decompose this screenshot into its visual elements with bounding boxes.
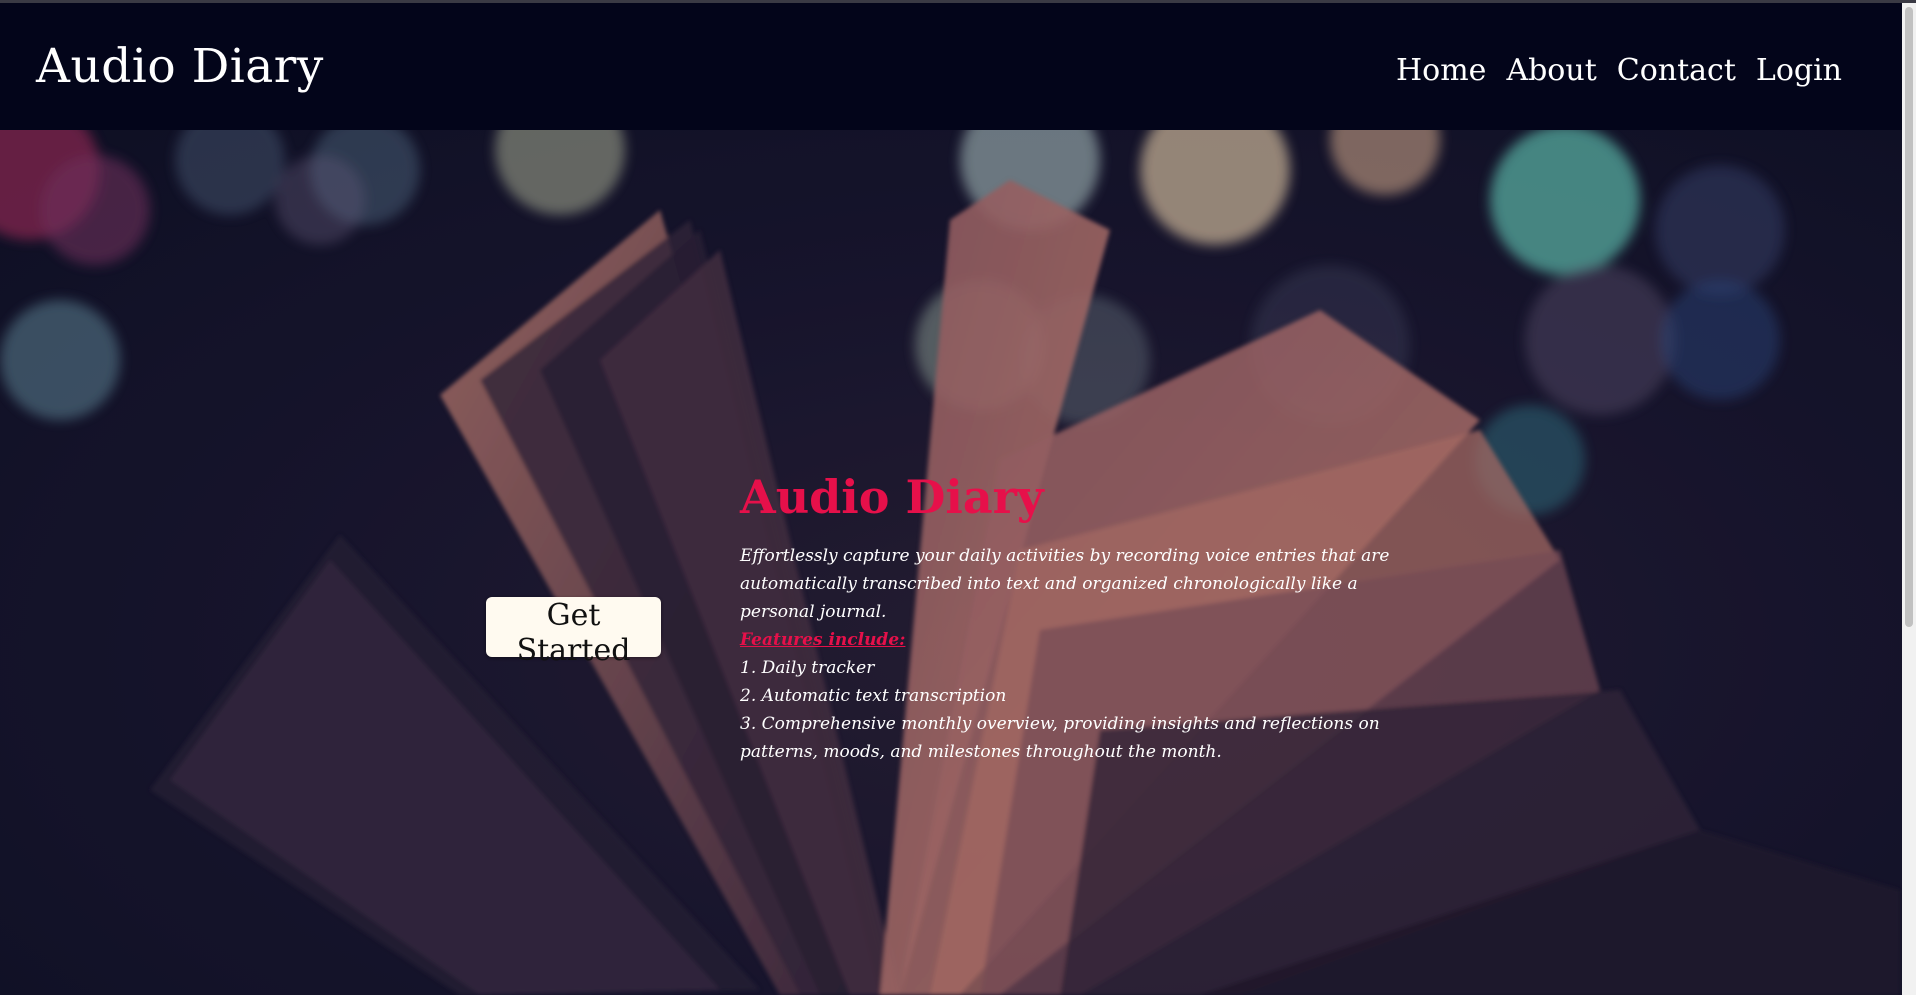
hero-title: Audio Diary [740,470,1044,524]
nav-about-link[interactable]: About [1506,53,1596,88]
scrollbar-thumb[interactable] [1905,7,1913,627]
hero-content: Audio Diary Effortlessly capture your da… [740,470,1420,766]
brand-logo[interactable]: Audio Diary [36,39,324,94]
nav-home-link[interactable]: Home [1396,53,1486,88]
features-heading: Features include: [740,630,906,650]
nav-menu: Home About Contact Login [1396,53,1842,88]
nav-login-link[interactable]: Login [1756,53,1842,88]
get-started-button[interactable]: Get Started [486,597,661,668]
nav-contact-link[interactable]: Contact [1617,53,1736,88]
hero-section: Get Started Audio Diary Effortlessly cap… [0,130,1902,995]
navbar: Audio Diary Home About Contact Login [0,3,1902,130]
feature-item: 2. Automatic text transcription [740,686,1007,706]
feature-item: 3. Comprehensive monthly overview, provi… [740,714,1380,762]
feature-item: 1. Daily tracker [740,658,875,678]
vertical-scrollbar[interactable] [1902,3,1916,995]
hero-description: Effortlessly capture your daily activiti… [740,546,1390,622]
page: Audio Diary Home About Contact Login Get… [0,0,1916,995]
